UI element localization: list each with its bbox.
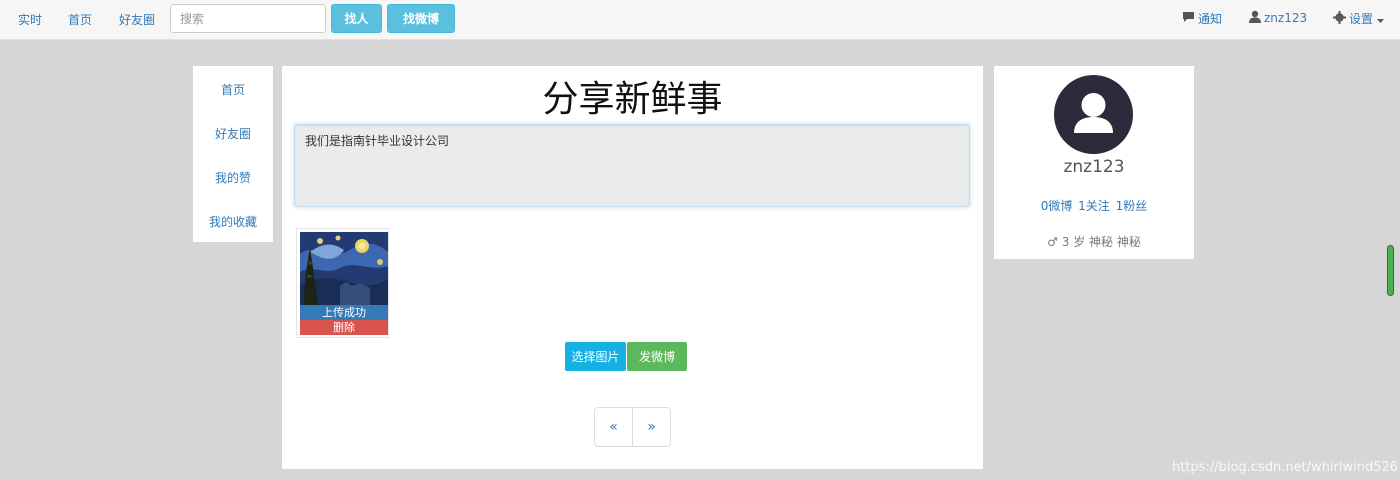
page-title: 分享新鲜事 bbox=[542, 79, 723, 120]
post-textarea[interactable]: 我们是指南针毕业设计公司 bbox=[294, 124, 970, 207]
default-user-icon bbox=[1074, 93, 1113, 133]
left-menu: 首页 好友圈 我的赞 我的收藏 bbox=[193, 66, 273, 242]
upload-status-label: 上传成功 bbox=[300, 305, 388, 320]
notify-link[interactable]: 通知 bbox=[1182, 10, 1222, 27]
find-weibo-button[interactable]: 找微博 bbox=[387, 4, 455, 33]
settings-label: 设置 bbox=[1349, 12, 1374, 26]
fans-count-link[interactable]: 1粉丝 bbox=[1116, 199, 1148, 213]
caret-down-icon bbox=[1377, 12, 1387, 26]
nav-link-friends[interactable]: 好友圈 bbox=[119, 11, 155, 28]
user-link[interactable]: znz123 bbox=[1249, 10, 1307, 26]
menu-item-home[interactable]: 首页 bbox=[193, 81, 273, 98]
search-input[interactable] bbox=[170, 4, 326, 33]
select-image-button[interactable]: 选择图片 bbox=[565, 342, 626, 371]
uploaded-image-card: 上传成功 删除 bbox=[296, 228, 389, 338]
find-people-button[interactable]: 找人 bbox=[331, 4, 382, 33]
pager-next[interactable]: » bbox=[632, 408, 670, 446]
comment-icon bbox=[1182, 11, 1198, 26]
nav-link-home[interactable]: 首页 bbox=[68, 11, 92, 28]
top-navbar: 实时 首页 好友圈 找人 找微博 通知 znz123 设置 bbox=[0, 0, 1400, 40]
avatar[interactable] bbox=[1054, 75, 1133, 154]
menu-item-friends[interactable]: 好友圈 bbox=[193, 125, 273, 142]
profile-username: znz123 bbox=[1063, 157, 1125, 177]
gear-icon bbox=[1333, 10, 1349, 27]
user-label: znz123 bbox=[1264, 11, 1308, 25]
pager-prev[interactable]: « bbox=[595, 408, 632, 446]
page-scrollbar[interactable] bbox=[1387, 245, 1394, 296]
post-panel: 分享新鲜事 我们是指南针毕业设计公司 上传成功 删除 选择图片 发微博 « » bbox=[282, 66, 983, 469]
profile-stats: 0微博 1关注 1粉丝 bbox=[994, 197, 1194, 214]
uploaded-image-thumbnail bbox=[300, 232, 388, 305]
post-weibo-button[interactable]: 发微博 bbox=[627, 342, 687, 371]
pagination: « » bbox=[594, 407, 671, 447]
delete-image-button[interactable]: 删除 bbox=[300, 320, 388, 335]
settings-dropdown[interactable]: 设置 bbox=[1333, 10, 1387, 27]
follow-count-link[interactable]: 1关注 bbox=[1078, 199, 1110, 213]
watermark-text: https://blog.csdn.net/whirlwind526 bbox=[1172, 460, 1399, 475]
notify-label: 通知 bbox=[1198, 12, 1223, 26]
weibo-count-link[interactable]: 0微博 bbox=[1041, 199, 1073, 213]
menu-item-likes[interactable]: 我的赞 bbox=[193, 169, 273, 186]
user-icon bbox=[1249, 10, 1264, 26]
nav-link-realtime[interactable]: 实时 bbox=[18, 11, 42, 28]
profile-info: ♂ 3 岁 神秘 神秘 bbox=[1047, 235, 1141, 249]
profile-card: znz123 0微博 1关注 1粉丝 ♂ 3 岁 神秘 神秘 bbox=[994, 66, 1194, 259]
menu-item-favorites[interactable]: 我的收藏 bbox=[193, 213, 273, 230]
